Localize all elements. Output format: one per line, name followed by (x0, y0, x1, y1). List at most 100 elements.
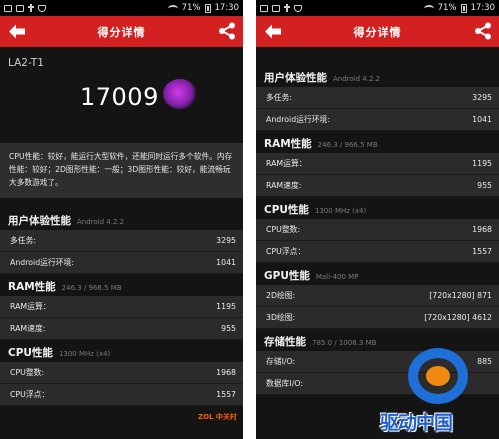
row-label: 3D绘图: (266, 313, 296, 322)
watermark-text: 驱动中国 (380, 412, 453, 434)
section-header: 存储性能 785.0 / 1008.3 MB (256, 329, 499, 351)
score-row: RAM速度: 955 (0, 318, 243, 340)
row-label: 存储I/O: (266, 357, 296, 366)
row-value: 1041 (216, 258, 236, 267)
row-value: 3295 (216, 236, 236, 245)
score-row: CPU浮点： 1557 (256, 241, 499, 263)
section-subtitle: 246.3 / 966.5 MB (317, 141, 378, 149)
row-value: 1557 (472, 247, 492, 256)
score-row: RAM速度: 955 (256, 175, 499, 197)
score-row: CPU整数: 1968 (0, 362, 243, 384)
sd-card-icon (272, 4, 280, 12)
battery-icon (204, 3, 211, 13)
page-title: 得分详情 (353, 25, 402, 39)
section-title: RAM性能 (8, 281, 56, 293)
section-subtitle: 1300 MHz (x4) (314, 207, 367, 215)
section-subtitle: Mali-400 MP (315, 273, 359, 281)
row-label: RAM运算： (266, 159, 307, 168)
row-value: 1557 (216, 390, 236, 399)
clock: 17:30 (214, 3, 240, 13)
status-bar: 71% 17:30 (256, 0, 499, 16)
wifi-icon (423, 4, 434, 12)
page-title: 得分详情 (97, 25, 146, 39)
phone-screen-left: 71% 17:30 得分详情 LA2-T1 17009 CPU性能：较好，能运行… (0, 0, 243, 439)
sd-card-icon (16, 4, 24, 12)
section-title: GPU性能 (264, 270, 310, 282)
usb-icon (28, 4, 34, 12)
row-value: 1195 (216, 302, 236, 311)
score-sections: 用户体验性能 Android 4.2.2 多任务: 3295 Android运行环境: 1… (256, 65, 499, 395)
score-row: 多任务: 3295 (256, 87, 499, 109)
row-value: 955 (477, 181, 492, 190)
row-value: 955 (221, 324, 236, 333)
row-label: Android运行环境: (10, 258, 74, 267)
row-value: 1968 (216, 368, 236, 377)
section-subtitle: 1300 MHz (x4) (58, 350, 111, 358)
row-label: 多任务: (266, 93, 293, 102)
section-subtitle: Android 4.2.2 (77, 218, 125, 226)
row-label: 数据库I/O: (266, 379, 303, 388)
section-subtitle: 246.3 / 966.5 MB (61, 284, 122, 292)
back-arrow-icon[interactable] (264, 23, 282, 40)
score-row: RAM运算： 1195 (256, 153, 499, 175)
score-row: 多任务: 3295 (0, 230, 243, 252)
row-value: [720x1280] 871 (429, 291, 492, 300)
section-header: GPU性能 Mali-400 MP (256, 263, 499, 285)
row-label: RAM速度: (10, 324, 46, 333)
clock: 17:30 (470, 3, 496, 13)
watermark-logo-center (426, 366, 450, 386)
section-title: RAM性能 (264, 138, 312, 150)
row-label: RAM运算： (10, 302, 51, 311)
score-sections: 用户体验性能 Android 4.2.2 多任务: 3295 Android运行环境: 1… (0, 208, 243, 406)
score-row: CPU整数: 1968 (256, 219, 499, 241)
section-header: 用户体验性能 Android 4.2.2 (0, 208, 243, 230)
app-bar: 得分详情 (0, 16, 243, 47)
row-label: 2D绘图: (266, 291, 296, 300)
row-value: 885 (477, 357, 492, 366)
zol-watermark: ZOL 中关村 (198, 413, 237, 421)
image-notification-icon (260, 4, 268, 12)
row-label: Android运行环境: (266, 115, 330, 124)
performance-summary: CPU性能：较好，能运行大型软件，还能同时运行多个软件。内存性能：较好；2D图形… (0, 143, 243, 198)
row-label: CPU浮点： (10, 390, 50, 399)
share-icon[interactable] (218, 22, 236, 40)
row-label: 多任务: (10, 236, 37, 245)
row-value: 3295 (472, 93, 492, 102)
row-label: RAM速度: (266, 181, 302, 190)
app-bar: 得分详情 (256, 16, 499, 47)
row-value: [720x1280] 4612 (424, 313, 492, 322)
shield-icon (38, 4, 46, 12)
row-label: CPU整数: (10, 368, 45, 377)
section-subtitle: 785.0 / 1008.3 MB (312, 339, 377, 347)
score-row: 2D绘图: [720x1280] 871 (256, 285, 499, 307)
back-arrow-icon[interactable] (8, 23, 26, 40)
row-value: 1968 (472, 225, 492, 234)
device-name: LA2-T1 (8, 57, 44, 69)
shield-icon (294, 4, 302, 12)
image-notification-icon (4, 4, 12, 12)
battery-percent: 71% (437, 3, 457, 13)
score-row: Android运行环境: 1041 (256, 109, 499, 131)
score-row: 3D绘图: [720x1280] 4612 (256, 307, 499, 329)
score-row: Android运行环境: 1041 (0, 252, 243, 274)
section-title: CPU性能 (8, 347, 53, 359)
total-score: 17009 (80, 83, 159, 111)
section-title: 用户体验性能 (264, 72, 327, 84)
score-row: CPU浮点： 1557 (0, 384, 243, 406)
wifi-icon (167, 4, 178, 12)
battery-percent: 71% (181, 3, 201, 13)
row-label: CPU浮点： (266, 247, 306, 256)
battery-icon (460, 3, 467, 13)
usb-icon (284, 4, 290, 12)
section-subtitle: Android 4.2.2 (333, 75, 381, 83)
score-graphic (163, 79, 197, 109)
share-icon[interactable] (474, 22, 492, 40)
section-header: RAM性能 246.3 / 966.5 MB (0, 274, 243, 296)
section-title: 存储性能 (264, 336, 306, 348)
status-bar: 71% 17:30 (0, 0, 243, 16)
section-header: 用户体验性能 Android 4.2.2 (256, 65, 499, 87)
section-header: CPU性能 1300 MHz (x4) (256, 197, 499, 219)
row-value: 1041 (472, 115, 492, 124)
row-label: CPU整数: (266, 225, 301, 234)
section-title: 用户体验性能 (8, 215, 71, 227)
